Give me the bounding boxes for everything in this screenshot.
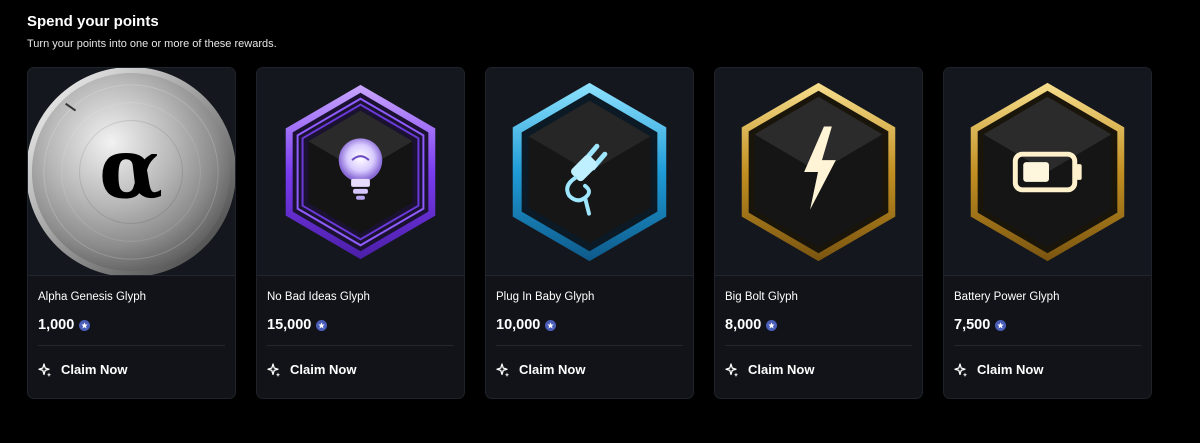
plug-icon bbox=[512, 82, 667, 261]
points-star-icon bbox=[79, 319, 91, 331]
divider bbox=[267, 345, 454, 346]
sparkle-icon bbox=[267, 362, 281, 377]
divider bbox=[954, 345, 1141, 346]
lightbulb-icon bbox=[285, 84, 436, 259]
section-subtitle: Turn your points into one or more of the… bbox=[27, 38, 277, 50]
price-value: 8,000 bbox=[725, 317, 762, 333]
claim-label: Claim Now bbox=[61, 362, 128, 377]
sparkle-icon bbox=[496, 362, 510, 377]
reward-card-plug-in-baby[interactable]: Plug In Baby Glyph 10,000 Claim Now bbox=[485, 67, 694, 399]
alpha-coin-icon: α bbox=[28, 68, 235, 275]
reward-card-no-bad-ideas[interactable]: No Bad Ideas Glyph 15,000 Claim Now bbox=[256, 67, 465, 399]
reward-price: 10,000 bbox=[496, 317, 557, 333]
claim-now-button[interactable]: Claim Now bbox=[954, 362, 1043, 377]
claim-now-button[interactable]: Claim Now bbox=[725, 362, 814, 377]
points-star-icon bbox=[316, 319, 328, 331]
reward-price: 7,500 bbox=[954, 317, 1007, 333]
reward-image bbox=[257, 68, 464, 276]
price-value: 1,000 bbox=[38, 317, 75, 333]
reward-price: 1,000 bbox=[38, 317, 91, 333]
sparkle-icon bbox=[38, 362, 52, 377]
reward-image bbox=[486, 68, 693, 276]
price-value: 15,000 bbox=[267, 317, 312, 333]
points-star-icon bbox=[995, 319, 1007, 331]
reward-image: α bbox=[28, 68, 235, 276]
coin-symbol: α bbox=[99, 119, 163, 217]
reward-image bbox=[944, 68, 1151, 276]
divider bbox=[496, 345, 683, 346]
claim-now-button[interactable]: Claim Now bbox=[38, 362, 127, 377]
sparkle-icon bbox=[954, 362, 968, 377]
divider bbox=[725, 345, 912, 346]
reward-card-alpha-genesis[interactable]: α Alpha Genesis Glyph 1,000 Claim Now bbox=[27, 67, 236, 399]
reward-name: No Bad Ideas Glyph bbox=[267, 291, 370, 303]
divider bbox=[38, 345, 225, 346]
reward-price: 8,000 bbox=[725, 317, 778, 333]
points-star-icon bbox=[766, 319, 778, 331]
rewards-list: α Alpha Genesis Glyph 1,000 Claim Now No… bbox=[27, 67, 1152, 399]
section-title: Spend your points bbox=[27, 13, 159, 30]
reward-name: Battery Power Glyph bbox=[954, 291, 1060, 303]
points-star-icon bbox=[545, 319, 557, 331]
claim-label: Claim Now bbox=[519, 362, 586, 377]
claim-now-button[interactable]: Claim Now bbox=[267, 362, 356, 377]
battery-icon bbox=[970, 82, 1125, 261]
sparkle-icon bbox=[725, 362, 739, 377]
reward-name: Alpha Genesis Glyph bbox=[38, 291, 147, 303]
bolt-icon bbox=[741, 82, 896, 261]
reward-card-battery-power[interactable]: Battery Power Glyph 7,500 Claim Now bbox=[943, 67, 1152, 399]
claim-label: Claim Now bbox=[977, 362, 1044, 377]
claim-label: Claim Now bbox=[748, 362, 815, 377]
reward-price: 15,000 bbox=[267, 317, 328, 333]
price-value: 7,500 bbox=[954, 317, 991, 333]
claim-label: Claim Now bbox=[290, 362, 357, 377]
reward-name: Big Bolt Glyph bbox=[725, 291, 798, 303]
reward-image bbox=[715, 68, 922, 276]
price-value: 10,000 bbox=[496, 317, 541, 333]
reward-card-big-bolt[interactable]: Big Bolt Glyph 8,000 Claim Now bbox=[714, 67, 923, 399]
reward-name: Plug In Baby Glyph bbox=[496, 291, 595, 303]
claim-now-button[interactable]: Claim Now bbox=[496, 362, 585, 377]
